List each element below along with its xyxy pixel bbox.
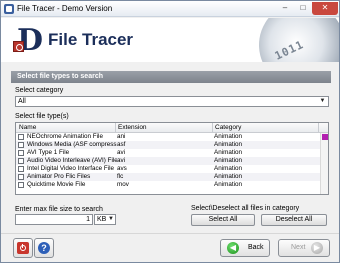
table-row[interactable]: Quicktime Movie File mov Animation <box>16 181 320 189</box>
scrollbar-thumb[interactable] <box>322 134 328 140</box>
minimize-button[interactable]: – <box>276 2 294 15</box>
column-divider[interactable] <box>115 123 116 133</box>
column-divider[interactable] <box>318 123 319 133</box>
category-select[interactable]: All ▼ <box>15 96 329 107</box>
row-checkbox[interactable] <box>18 182 24 188</box>
row-category: Animation <box>214 165 243 172</box>
column-header-category[interactable]: Category <box>215 124 241 132</box>
row-category: Animation <box>214 141 243 148</box>
row-name: Animator Pro Flic Files <box>27 173 91 180</box>
arrow-left-icon: ◀ <box>227 242 239 254</box>
chevron-down-icon[interactable]: ▼ <box>318 98 327 105</box>
row-extension: asf <box>117 141 126 148</box>
exit-button[interactable] <box>13 238 33 258</box>
row-checkbox[interactable] <box>18 134 24 140</box>
row-extension: flc <box>117 173 124 180</box>
maximize-button[interactable]: □ <box>294 2 312 15</box>
column-header-extension[interactable]: Extension <box>118 124 147 132</box>
app-logo: D <box>11 26 43 56</box>
table-scrollbar[interactable] <box>320 133 328 194</box>
power-icon <box>17 242 29 254</box>
row-name: Quicktime Movie File <box>27 181 86 188</box>
table-row[interactable]: Intel Digital Video Interface File avs A… <box>16 165 320 173</box>
app-icon <box>4 4 14 14</box>
app-header: D File Tracer 1011 <box>1 18 339 62</box>
row-category: Animation <box>214 157 243 164</box>
row-name: NEOchrome Animation File <box>27 133 103 140</box>
app-window: File Tracer - Demo Version – □ ✕ D File … <box>0 0 340 263</box>
category-label: Select category <box>15 87 64 94</box>
row-name: Audio Video Interleave (AVI) File <box>27 157 117 164</box>
filetypes-table[interactable]: Name Extension Category NEOchrome Animat… <box>15 122 329 195</box>
row-category: Animation <box>214 181 243 188</box>
help-icon: ? <box>38 242 50 254</box>
row-category: Animation <box>214 149 243 156</box>
footer-bar: ? ◀ Back Next ▶ <box>1 233 339 262</box>
select-all-label: Select\Deselect all files in category <box>191 205 300 212</box>
filetypes-label: Select file type(s) <box>15 113 69 120</box>
table-row[interactable]: AVI Type 1 File avi Animation <box>16 149 320 157</box>
help-button[interactable]: ? <box>34 238 54 258</box>
row-checkbox[interactable] <box>18 174 24 180</box>
close-button[interactable]: ✕ <box>312 2 338 15</box>
arrow-right-icon: ▶ <box>311 242 323 254</box>
row-extension: avs <box>117 165 127 172</box>
next-button[interactable]: Next ▶ <box>278 239 330 257</box>
column-header-name[interactable]: Name <box>19 124 36 132</box>
column-divider[interactable] <box>212 123 213 133</box>
max-size-input[interactable]: 1 <box>15 214 93 225</box>
category-selected-value: All <box>18 98 26 105</box>
disk-digits: 1011 <box>272 38 306 62</box>
back-button[interactable]: ◀ Back <box>220 239 270 257</box>
back-label: Back <box>248 244 264 251</box>
table-header: Name Extension Category <box>16 123 328 133</box>
row-category: Animation <box>214 133 243 140</box>
row-checkbox[interactable] <box>18 158 24 164</box>
next-label: Next <box>291 244 306 251</box>
row-name: Intel Digital Video Interface File <box>27 165 115 172</box>
size-unit-value: KB <box>97 216 107 223</box>
row-extension: avi <box>117 149 126 156</box>
size-unit-select[interactable]: KB ▼ <box>94 214 116 225</box>
max-size-label: Enter max file size to search <box>15 206 103 213</box>
binary-disk-icon: 1011 <box>244 18 339 62</box>
row-checkbox[interactable] <box>18 166 24 172</box>
row-name: AVI Type 1 File <box>27 149 70 156</box>
table-row[interactable]: Audio Video Interleave (AVI) File avi An… <box>16 157 320 165</box>
window-title: File Tracer - Demo Version <box>17 4 113 13</box>
deselect-all-button[interactable]: Deselect All <box>261 214 327 226</box>
row-category: Animation <box>214 173 243 180</box>
section-title-bar: Select file types to search <box>11 71 331 83</box>
row-checkbox[interactable] <box>18 150 24 156</box>
logo-badge-icon <box>13 41 24 52</box>
row-extension: ani <box>117 133 126 140</box>
table-row[interactable]: NEOchrome Animation File ani Animation <box>16 133 320 141</box>
select-all-button[interactable]: Select All <box>191 214 255 226</box>
table-row[interactable]: Animator Pro Flic Files flc Animation <box>16 173 320 181</box>
table-row[interactable]: Windows Media (ASF compression) asf Anim… <box>16 141 320 149</box>
row-checkbox[interactable] <box>18 142 24 148</box>
chevron-down-icon[interactable]: ▼ <box>108 216 114 223</box>
title-bar[interactable]: File Tracer - Demo Version – □ ✕ <box>1 1 339 17</box>
row-name: Windows Media (ASF compression) <box>27 141 117 148</box>
product-title: File Tracer <box>48 30 134 49</box>
row-extension: avi <box>117 157 126 164</box>
row-extension: mov <box>117 181 129 188</box>
